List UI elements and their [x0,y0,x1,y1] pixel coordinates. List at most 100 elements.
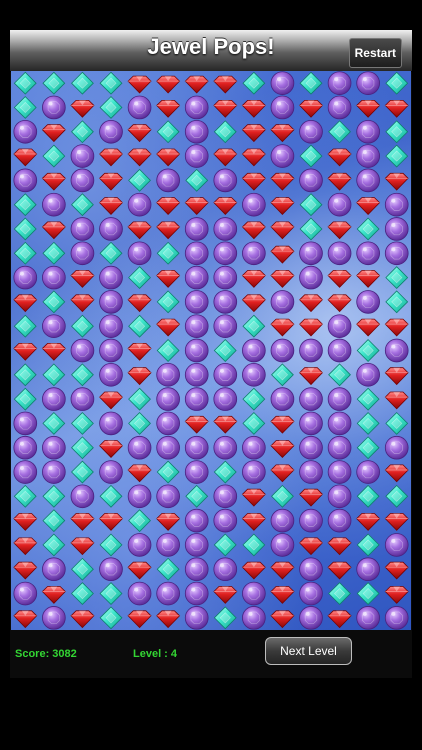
amethyst-gem[interactable] [299,557,323,582]
amethyst-gem[interactable] [242,606,266,630]
ruby-gem[interactable] [184,415,209,434]
amethyst-gem[interactable] [184,557,209,582]
amethyst-gem[interactable] [70,338,95,363]
ruby-gem[interactable] [127,464,152,483]
ruby-gem[interactable] [270,464,295,483]
ruby-gem[interactable] [213,99,238,118]
amethyst-gem[interactable] [184,265,209,290]
amethyst-gem[interactable] [384,241,409,266]
ruby-gem[interactable] [270,221,295,240]
ruby-gem[interactable] [70,537,95,556]
aqua-gem[interactable] [99,71,123,95]
amethyst-gem[interactable] [242,460,266,484]
ruby-gem[interactable] [241,124,266,143]
amethyst-gem[interactable] [299,168,323,193]
amethyst-gem[interactable] [213,217,238,241]
aqua-gem[interactable] [71,120,94,144]
aqua-gem[interactable] [385,71,409,95]
aqua-gem[interactable] [42,290,66,314]
ruby-gem[interactable] [327,148,352,167]
amethyst-gem[interactable] [99,217,123,241]
amethyst-gem[interactable] [184,581,209,606]
amethyst-gem[interactable] [270,533,295,557]
amethyst-gem[interactable] [299,241,323,266]
ruby-gem[interactable] [384,464,409,483]
amethyst-gem[interactable] [242,581,266,606]
ruby-gem[interactable] [241,99,266,118]
aqua-gem[interactable] [356,217,380,241]
amethyst-gem[interactable] [127,533,152,557]
amethyst-gem[interactable] [213,314,238,339]
amethyst-gem[interactable] [13,119,38,144]
aqua-gem[interactable] [99,582,123,605]
ruby-gem[interactable] [41,221,66,240]
amethyst-gem[interactable] [327,314,352,339]
ruby-gem[interactable] [213,197,238,215]
amethyst-gem[interactable] [327,435,352,460]
amethyst-gem[interactable] [156,581,180,606]
amethyst-gem[interactable] [99,460,123,484]
ruby-gem[interactable] [327,172,352,191]
amethyst-gem[interactable] [384,338,409,363]
amethyst-gem[interactable] [127,95,152,120]
ruby-gem[interactable] [156,221,181,240]
ruby-gem[interactable] [241,488,266,507]
ruby-gem[interactable] [70,294,95,313]
amethyst-gem[interactable] [213,290,238,314]
ruby-gem[interactable] [213,75,238,94]
ruby-gem[interactable] [41,124,66,143]
amethyst-gem[interactable] [356,71,380,95]
amethyst-gem[interactable] [156,411,180,436]
amethyst-gem[interactable] [270,387,295,411]
ruby-gem[interactable] [99,391,123,410]
amethyst-gem[interactable] [99,314,123,339]
amethyst-gem[interactable] [184,217,209,241]
aqua-gem[interactable] [328,582,351,605]
aqua-gem[interactable] [299,193,323,217]
ruby-gem[interactable] [327,561,352,580]
aqua-gem[interactable] [385,290,409,314]
ruby-gem[interactable] [270,415,295,434]
aqua-gem[interactable] [299,71,323,95]
ruby-gem[interactable] [41,586,66,604]
ruby-gem[interactable] [241,221,266,240]
aqua-gem[interactable] [213,120,237,144]
ruby-gem[interactable] [127,610,152,629]
amethyst-gem[interactable] [13,435,38,460]
amethyst-gem[interactable] [384,435,409,460]
amethyst-gem[interactable] [356,168,380,193]
amethyst-gem[interactable] [70,484,95,509]
amethyst-gem[interactable] [270,144,295,168]
aqua-gem[interactable] [185,484,209,508]
aqua-gem[interactable] [71,582,94,605]
ruby-gem[interactable] [213,148,238,167]
ruby-gem[interactable] [327,221,352,240]
amethyst-gem[interactable] [270,508,295,533]
amethyst-gem[interactable] [127,581,152,606]
aqua-gem[interactable] [13,314,37,338]
amethyst-gem[interactable] [42,460,66,484]
amethyst-gem[interactable] [242,338,266,363]
amethyst-gem[interactable] [327,460,352,484]
aqua-gem[interactable] [271,363,294,387]
amethyst-gem[interactable] [299,119,323,144]
restart-button[interactable]: Restart [348,38,402,68]
ruby-gem[interactable] [213,586,238,604]
aqua-gem[interactable] [42,412,66,435]
aqua-gem[interactable] [128,509,151,533]
amethyst-gem[interactable] [127,241,152,266]
amethyst-gem[interactable] [70,241,95,266]
ruby-gem[interactable] [270,172,295,191]
ruby-gem[interactable] [156,99,181,118]
ruby-gem[interactable] [356,318,381,337]
gem-grid[interactable] [11,71,411,630]
amethyst-gem[interactable] [13,581,38,606]
aqua-gem[interactable] [13,96,37,119]
ruby-gem[interactable] [156,148,181,167]
aqua-gem[interactable] [156,241,180,265]
amethyst-gem[interactable] [356,460,380,484]
ruby-gem[interactable] [127,148,152,167]
amethyst-gem[interactable] [70,387,95,411]
aqua-gem[interactable] [328,120,351,144]
aqua-gem[interactable] [99,606,123,630]
